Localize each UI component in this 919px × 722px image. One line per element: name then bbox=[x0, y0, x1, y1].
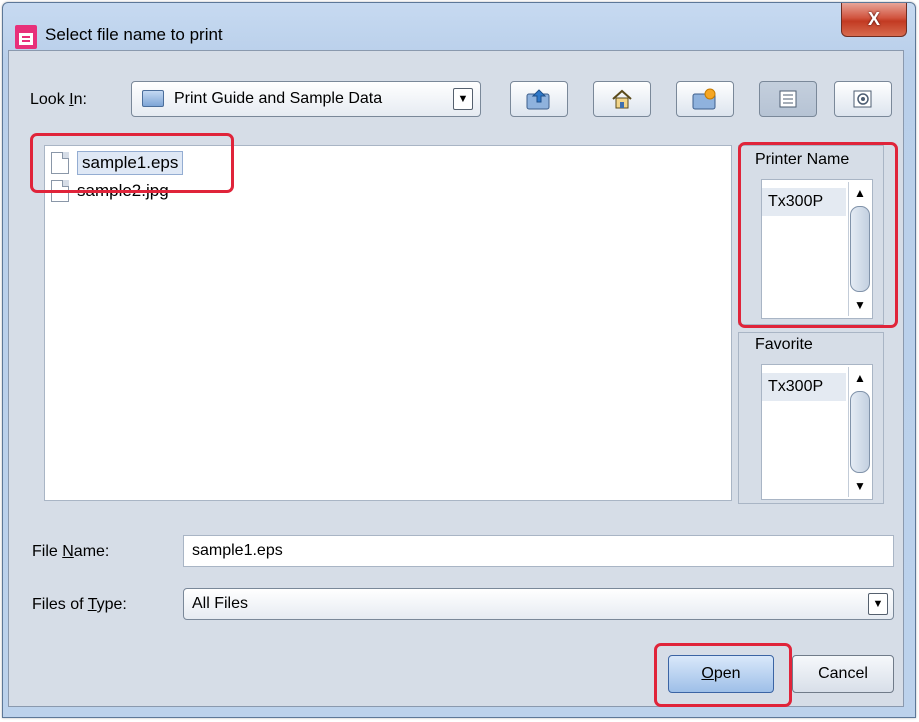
scroll-down-icon[interactable]: ▼ bbox=[851, 477, 869, 495]
printer-name-panel: Printer Name Tx300P ▲ ▼ bbox=[738, 145, 884, 325]
list-item[interactable]: sample1.eps bbox=[51, 150, 184, 176]
chevron-down-icon[interactable]: ▼ bbox=[453, 88, 473, 110]
close-button[interactable]: X bbox=[841, 3, 907, 37]
printer-name-list[interactable]: Tx300P ▲ ▼ bbox=[761, 179, 873, 319]
file-name-input[interactable] bbox=[183, 535, 894, 567]
up-folder-button[interactable] bbox=[510, 81, 568, 117]
scrollbar[interactable]: ▲ ▼ bbox=[848, 367, 870, 497]
favorite-title: Favorite bbox=[755, 336, 813, 353]
file-type-label: Files of Type: bbox=[32, 596, 127, 613]
app-icon bbox=[15, 25, 37, 49]
scroll-thumb[interactable] bbox=[850, 206, 870, 292]
look-in-label: Look In: bbox=[30, 91, 87, 108]
new-folder-button[interactable] bbox=[676, 81, 734, 117]
open-button[interactable]: Open bbox=[668, 655, 774, 693]
scrollbar[interactable]: ▲ ▼ bbox=[848, 182, 870, 316]
scroll-up-icon[interactable]: ▲ bbox=[851, 184, 869, 202]
new-folder-icon bbox=[692, 88, 716, 110]
list-item[interactable]: Tx300P bbox=[762, 373, 846, 401]
scroll-thumb[interactable] bbox=[850, 391, 870, 473]
details-view-button[interactable] bbox=[834, 81, 892, 117]
folder-up-icon bbox=[526, 89, 550, 110]
file-type-value: All Files bbox=[192, 595, 249, 612]
scroll-up-icon[interactable]: ▲ bbox=[851, 369, 869, 387]
scroll-down-icon[interactable]: ▼ bbox=[851, 296, 869, 314]
look-in-value: Print Guide and Sample Data bbox=[174, 90, 383, 107]
list-view-button[interactable] bbox=[759, 81, 817, 117]
folder-icon bbox=[142, 90, 164, 107]
list-item[interactable]: Tx300P bbox=[762, 188, 846, 216]
file-name-label: sample2.jpg bbox=[77, 181, 169, 200]
printer-name-title: Printer Name bbox=[755, 151, 850, 168]
cancel-button[interactable]: Cancel bbox=[792, 655, 894, 693]
chevron-down-icon[interactable]: ▼ bbox=[868, 593, 888, 615]
file-type-select[interactable]: All Files ▼ bbox=[183, 588, 894, 620]
look-in-combo[interactable]: Print Guide and Sample Data ▼ bbox=[131, 81, 481, 117]
file-icon bbox=[51, 152, 69, 174]
favorite-list[interactable]: Tx300P ▲ ▼ bbox=[761, 364, 873, 500]
details-view-icon bbox=[853, 90, 872, 108]
list-item[interactable]: sample2.jpg bbox=[51, 178, 169, 204]
file-list[interactable]: sample1.eps sample2.jpg bbox=[44, 145, 732, 501]
window-title: Select file name to print bbox=[45, 25, 223, 44]
list-view-icon bbox=[779, 90, 797, 108]
home-icon bbox=[612, 89, 632, 109]
file-icon bbox=[51, 180, 69, 202]
file-name-label: sample1.eps bbox=[77, 151, 184, 175]
file-name-label: File Name: bbox=[32, 543, 110, 560]
favorite-panel: Favorite Tx300P ▲ ▼ bbox=[738, 332, 884, 504]
home-button[interactable] bbox=[593, 81, 651, 117]
